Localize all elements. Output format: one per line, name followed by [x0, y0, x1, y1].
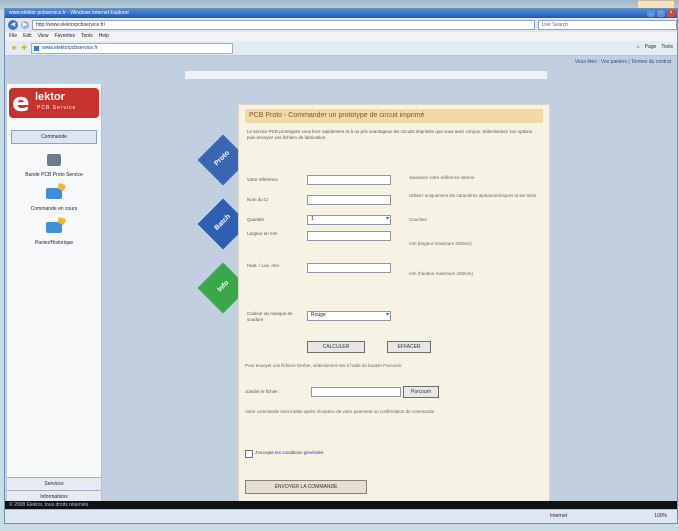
logo-subtitle: PCB Service: [37, 105, 77, 111]
logo-name: lektor: [35, 91, 65, 103]
quantity-select[interactable]: 1: [307, 215, 391, 225]
address-bar-row: ◀ ▶ http://www.elektorpcbservice.fr/ Liv…: [5, 18, 677, 32]
folder-icon: [46, 188, 62, 199]
tools-menu[interactable]: Tools: [661, 44, 673, 50]
accept-checkbox[interactable]: [245, 450, 253, 458]
attach-label: Joindre le fichier :: [245, 389, 281, 394]
reference-label: Votre référence: [247, 177, 278, 182]
elektor-logo[interactable]: e lektor PCB Service: [9, 88, 99, 118]
window-title: www.elektor-pcbservice.fr - Windows Inte…: [9, 10, 130, 16]
favorites-star-icon[interactable]: ★: [11, 44, 17, 52]
menu-edit[interactable]: Edit: [23, 32, 32, 41]
minimize-icon[interactable]: _: [647, 10, 655, 17]
width-label: Largeur en mm: [247, 231, 278, 236]
browser-window: www.elektor-pcbservice.fr - Windows Inte…: [4, 8, 678, 524]
sidebar-item-label: Commande en cours: [30, 206, 78, 212]
browse-button[interactable]: Parcourir: [403, 386, 439, 398]
pcb-name-input[interactable]: [307, 195, 391, 205]
menu-bar: File Edit View Favorites Tools Help: [5, 32, 677, 41]
header-strip: [185, 71, 547, 79]
reference-input[interactable]: [307, 175, 391, 185]
logo-letter: e: [12, 88, 30, 118]
accept-terms-link[interactable]: J'accepte les conditions générales: [255, 450, 405, 456]
width-hint: mm (largeur maximum 425mm): [409, 241, 472, 246]
file-input[interactable]: [311, 387, 401, 397]
add-favorite-icon[interactable]: ✚: [21, 44, 27, 52]
ie-status-bar: Internet 100%: [5, 509, 677, 523]
sidebar-item-historique[interactable]: Panier/Historique: [7, 222, 101, 246]
sidebar-item-services[interactable]: Services: [7, 477, 101, 490]
sidebar: e lektor PCB Service Commande Bande PCB …: [7, 84, 102, 503]
pcb-name-label: Nom du CI: [247, 197, 269, 202]
calculate-button[interactable]: CALCULER: [307, 341, 365, 353]
sidebar-section-commande[interactable]: Commande: [11, 130, 97, 144]
menu-view[interactable]: View: [38, 32, 49, 41]
window-controls: _ □ ×: [647, 10, 675, 17]
soldermask-select[interactable]: Rouge: [307, 311, 391, 321]
soldermask-value: Rouge: [311, 312, 326, 318]
order-form: PCB Proto - Commander un prototype de ci…: [238, 104, 550, 506]
browser-tab[interactable]: www.elektorpcbservice.fr: [31, 42, 234, 54]
form-title: PCB Proto - Commander un prototype de ci…: [245, 109, 543, 123]
upload-note: Pour envoyer vos fichiers Gerber, sélect…: [245, 363, 403, 368]
maximize-icon[interactable]: □: [657, 10, 665, 17]
favorites-bar: ★ ✚ www.elektorpcbservice.fr ⌂ Page Tool…: [5, 41, 677, 56]
sidebar-item-proto-service[interactable]: Bande PCB Proto Service: [7, 154, 101, 178]
sidebar-bottom: Services Informations: [7, 477, 101, 503]
home-icon[interactable]: ⌂: [637, 44, 640, 50]
zoom-level[interactable]: 100%: [654, 510, 667, 523]
height-input[interactable]: [307, 263, 391, 273]
form-intro: Le service PCB prototypes vous livre rap…: [247, 129, 533, 140]
command-bar: ⌂ Page Tools: [637, 44, 673, 50]
menu-file[interactable]: File: [9, 32, 17, 41]
menu-tools[interactable]: Tools: [81, 32, 93, 41]
width-input[interactable]: [307, 231, 391, 241]
security-zone: Internet: [550, 513, 567, 519]
back-icon[interactable]: ◀: [8, 20, 18, 30]
close-icon[interactable]: ×: [667, 10, 675, 17]
layers-hint: Couches: [409, 217, 427, 222]
sidebar-item-label: Panier/Historique: [34, 240, 74, 246]
address-input[interactable]: http://www.elektorpcbservice.fr/: [31, 20, 535, 30]
quantity-value: 1: [311, 216, 314, 222]
sidebar-item-label: Bande PCB Proto Service: [25, 172, 83, 178]
search-input[interactable]: Live Search: [537, 20, 677, 30]
forward-icon[interactable]: ▶: [20, 21, 29, 29]
folder-icon: [46, 222, 62, 233]
pcb-name-hint: Utilisez uniquement les caractères alpha…: [409, 193, 537, 198]
page-content: Vous êtes : Vos paniers | Termes du cont…: [5, 56, 677, 506]
cart-icon: [47, 154, 61, 166]
quantity-label: Quantité: [247, 217, 265, 222]
window-titlebar: www.elektor-pcbservice.fr - Windows Inte…: [5, 9, 677, 18]
reset-button[interactable]: EFFACER: [387, 341, 431, 353]
sidebar-item-commande-en-cours[interactable]: Commande en cours: [7, 188, 101, 212]
order-note: Votre commande sera traitée après récept…: [245, 409, 436, 414]
top-links[interactable]: Vous êtes : Vos paniers | Termes du cont…: [575, 59, 671, 65]
menu-favorites[interactable]: Favorites: [54, 32, 75, 41]
page-menu[interactable]: Page: [645, 44, 657, 50]
height-hint: mm (hauteur maximum 425mm): [409, 271, 474, 276]
reference-hint: Saisissez votre référence interne: [409, 175, 475, 180]
menu-help[interactable]: Help: [99, 32, 109, 41]
height-label: Haut. / Lon. mm: [247, 263, 280, 268]
soldermask-label: Couleur du masque de soudure: [247, 311, 293, 322]
send-order-button[interactable]: ENVOYER LA COMMANDE: [245, 480, 367, 494]
